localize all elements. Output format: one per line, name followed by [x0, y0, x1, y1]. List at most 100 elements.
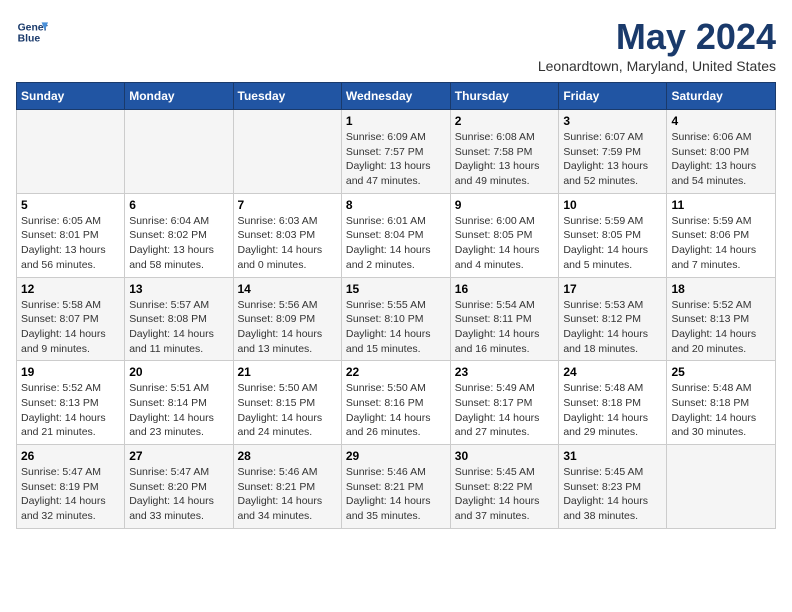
calendar-cell: 11 Sunrise: 5:59 AM Sunset: 8:06 PM Dayli… [667, 193, 776, 277]
calendar-cell [125, 110, 233, 194]
calendar-cell [17, 110, 125, 194]
calendar-cell: 10 Sunrise: 5:59 AM Sunset: 8:05 PM Dayli… [559, 193, 667, 277]
calendar-cell: 5 Sunrise: 6:05 AM Sunset: 8:01 PM Daylig… [17, 193, 125, 277]
day-info: Sunrise: 5:52 AM Sunset: 8:13 PM Dayligh… [21, 381, 120, 440]
header-cell-monday: Monday [125, 83, 233, 110]
calendar-cell: 6Sunrise: 6:04 AM Sunset: 8:02 PM Daylig… [125, 193, 233, 277]
day-number: 30 [455, 449, 555, 463]
calendar-cell [233, 110, 341, 194]
day-number: 23 [455, 365, 555, 379]
day-number: 19 [21, 365, 120, 379]
svg-text:Blue: Blue [18, 34, 41, 45]
day-info: Sunrise: 5:54 AM Sunset: 8:11 PM Dayligh… [455, 298, 555, 357]
day-info: Sunrise: 5:49 AM Sunset: 8:17 PM Dayligh… [455, 381, 555, 440]
day-info: Sunrise: 6:05 AM Sunset: 8:01 PM Dayligh… [21, 214, 120, 273]
month-title: May 2024 [538, 16, 776, 58]
calendar-week-5: 26Sunrise: 5:47 AM Sunset: 8:19 PM Dayli… [17, 445, 776, 529]
calendar-cell: 22 Sunrise: 5:50 AM Sunset: 8:16 PM Dayli… [341, 361, 450, 445]
day-number: 2 [455, 114, 555, 128]
calendar-cell: 15 Sunrise: 5:55 AM Sunset: 8:10 PM Dayli… [341, 277, 450, 361]
calendar-cell: 16 Sunrise: 5:54 AM Sunset: 8:11 PM Dayli… [450, 277, 559, 361]
header-cell-saturday: Saturday [667, 83, 776, 110]
day-number: 29 [346, 449, 446, 463]
header-cell-thursday: Thursday [450, 83, 559, 110]
day-info: Sunrise: 5:51 AM Sunset: 8:14 PM Dayligh… [129, 381, 228, 440]
header-cell-tuesday: Tuesday [233, 83, 341, 110]
calendar-cell: 29Sunrise: 5:46 AM Sunset: 8:21 PM Dayli… [341, 445, 450, 529]
calendar-week-2: 5 Sunrise: 6:05 AM Sunset: 8:01 PM Daylig… [17, 193, 776, 277]
day-info: Sunrise: 5:53 AM Sunset: 8:12 PM Dayligh… [563, 298, 662, 357]
day-info: Sunrise: 6:07 AM Sunset: 7:59 PM Dayligh… [563, 130, 662, 189]
calendar-cell: 19 Sunrise: 5:52 AM Sunset: 8:13 PM Dayli… [17, 361, 125, 445]
logo-icon: General Blue [16, 16, 48, 48]
day-number: 14 [238, 282, 337, 296]
day-info: Sunrise: 6:03 AM Sunset: 8:03 PM Dayligh… [238, 214, 337, 273]
day-info: Sunrise: 5:59 AM Sunset: 8:06 PM Dayligh… [671, 214, 771, 273]
day-number: 17 [563, 282, 662, 296]
location-label: Leonardtown, Maryland, United States [538, 58, 776, 74]
calendar-cell: 27Sunrise: 5:47 AM Sunset: 8:20 PM Dayli… [125, 445, 233, 529]
day-info: Sunrise: 5:45 AM Sunset: 8:23 PM Dayligh… [563, 465, 662, 524]
title-block: May 2024 Leonardtown, Maryland, United S… [538, 16, 776, 74]
day-number: 22 [346, 365, 446, 379]
calendar-cell: 7Sunrise: 6:03 AM Sunset: 8:03 PM Daylig… [233, 193, 341, 277]
day-info: Sunrise: 5:45 AM Sunset: 8:22 PM Dayligh… [455, 465, 555, 524]
day-info: Sunrise: 6:09 AM Sunset: 7:57 PM Dayligh… [346, 130, 446, 189]
calendar-cell: 8Sunrise: 6:01 AM Sunset: 8:04 PM Daylig… [341, 193, 450, 277]
calendar-cell: 28Sunrise: 5:46 AM Sunset: 8:21 PM Dayli… [233, 445, 341, 529]
page-header: General Blue May 2024 Leonardtown, Maryl… [16, 16, 776, 74]
calendar-week-4: 19 Sunrise: 5:52 AM Sunset: 8:13 PM Dayli… [17, 361, 776, 445]
day-number: 28 [238, 449, 337, 463]
calendar-table: SundayMondayTuesdayWednesdayThursdayFrid… [16, 82, 776, 529]
calendar-cell: 13 Sunrise: 5:57 AM Sunset: 8:08 PM Dayli… [125, 277, 233, 361]
day-number: 13 [129, 282, 228, 296]
day-number: 12 [21, 282, 120, 296]
day-info: Sunrise: 5:50 AM Sunset: 8:16 PM Dayligh… [346, 381, 446, 440]
day-info: Sunrise: 6:06 AM Sunset: 8:00 PM Dayligh… [671, 130, 771, 189]
header-cell-wednesday: Wednesday [341, 83, 450, 110]
day-number: 20 [129, 365, 228, 379]
day-info: Sunrise: 6:04 AM Sunset: 8:02 PM Dayligh… [129, 214, 228, 273]
calendar-cell: 9 Sunrise: 6:00 AM Sunset: 8:05 PM Daylig… [450, 193, 559, 277]
day-number: 15 [346, 282, 446, 296]
day-number: 4 [671, 114, 771, 128]
calendar-cell: 2 Sunrise: 6:08 AM Sunset: 7:58 PM Daylig… [450, 110, 559, 194]
calendar-cell: 14 Sunrise: 5:56 AM Sunset: 8:09 PM Dayli… [233, 277, 341, 361]
day-info: Sunrise: 5:47 AM Sunset: 8:20 PM Dayligh… [129, 465, 228, 524]
logo: General Blue [16, 16, 48, 48]
calendar-cell: 12 Sunrise: 5:58 AM Sunset: 8:07 PM Dayli… [17, 277, 125, 361]
day-number: 11 [671, 198, 771, 212]
calendar-cell: 4 Sunrise: 6:06 AM Sunset: 8:00 PM Daylig… [667, 110, 776, 194]
day-number: 1 [346, 114, 446, 128]
day-info: Sunrise: 5:48 AM Sunset: 8:18 PM Dayligh… [671, 381, 771, 440]
calendar-header-row: SundayMondayTuesdayWednesdayThursdayFrid… [17, 83, 776, 110]
day-info: Sunrise: 5:59 AM Sunset: 8:05 PM Dayligh… [563, 214, 662, 273]
day-info: Sunrise: 5:57 AM Sunset: 8:08 PM Dayligh… [129, 298, 228, 357]
day-number: 24 [563, 365, 662, 379]
calendar-cell: 24 Sunrise: 5:48 AM Sunset: 8:18 PM Dayli… [559, 361, 667, 445]
day-number: 8 [346, 198, 446, 212]
day-info: Sunrise: 5:52 AM Sunset: 8:13 PM Dayligh… [671, 298, 771, 357]
calendar-cell: 1 Sunrise: 6:09 AM Sunset: 7:57 PM Daylig… [341, 110, 450, 194]
calendar-cell: 23 Sunrise: 5:49 AM Sunset: 8:17 PM Dayli… [450, 361, 559, 445]
calendar-cell: 26Sunrise: 5:47 AM Sunset: 8:19 PM Dayli… [17, 445, 125, 529]
calendar-cell: 20 Sunrise: 5:51 AM Sunset: 8:14 PM Dayli… [125, 361, 233, 445]
day-number: 5 [21, 198, 120, 212]
day-info: Sunrise: 5:48 AM Sunset: 8:18 PM Dayligh… [563, 381, 662, 440]
day-info: Sunrise: 5:55 AM Sunset: 8:10 PM Dayligh… [346, 298, 446, 357]
calendar-week-3: 12 Sunrise: 5:58 AM Sunset: 8:07 PM Dayli… [17, 277, 776, 361]
header-cell-friday: Friday [559, 83, 667, 110]
calendar-cell: 3Sunrise: 6:07 AM Sunset: 7:59 PM Daylig… [559, 110, 667, 194]
day-info: Sunrise: 5:56 AM Sunset: 8:09 PM Dayligh… [238, 298, 337, 357]
day-number: 31 [563, 449, 662, 463]
calendar-cell: 18Sunrise: 5:52 AM Sunset: 8:13 PM Dayli… [667, 277, 776, 361]
day-info: Sunrise: 6:00 AM Sunset: 8:05 PM Dayligh… [455, 214, 555, 273]
day-number: 10 [563, 198, 662, 212]
day-info: Sunrise: 6:08 AM Sunset: 7:58 PM Dayligh… [455, 130, 555, 189]
day-info: Sunrise: 5:58 AM Sunset: 8:07 PM Dayligh… [21, 298, 120, 357]
day-number: 25 [671, 365, 771, 379]
calendar-cell: 25 Sunrise: 5:48 AM Sunset: 8:18 PM Dayli… [667, 361, 776, 445]
day-number: 16 [455, 282, 555, 296]
calendar-cell: 17 Sunrise: 5:53 AM Sunset: 8:12 PM Dayli… [559, 277, 667, 361]
day-number: 9 [455, 198, 555, 212]
